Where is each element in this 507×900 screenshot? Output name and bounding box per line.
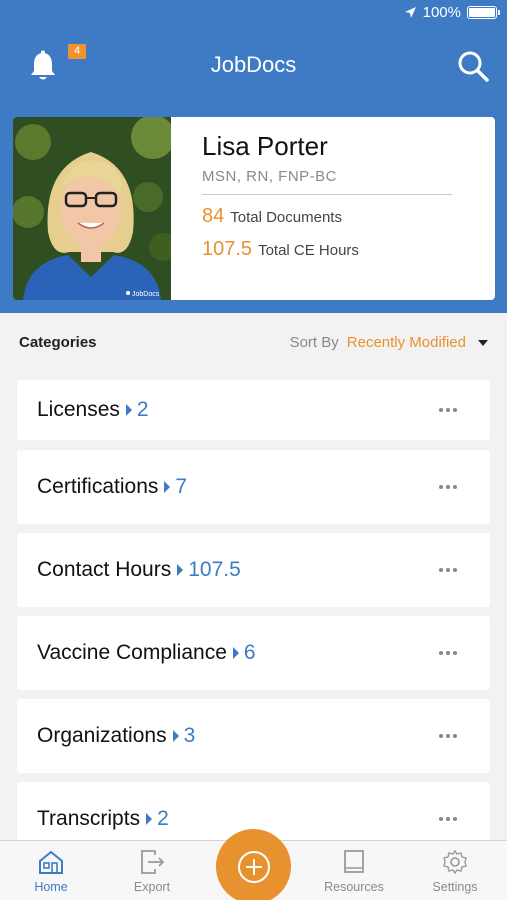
category-name: Certifications (37, 475, 159, 498)
category-vaccine-compliance[interactable]: Vaccine Compliance 6 (17, 616, 490, 690)
caret-down-icon[interactable] (478, 339, 488, 346)
total-ce-label: Total CE Hours (258, 242, 359, 259)
add-document-button[interactable] (216, 829, 291, 900)
home-icon (39, 850, 63, 874)
category-contact-hours[interactable]: Contact Hours 107.5 (17, 533, 490, 607)
battery-icon (467, 6, 500, 19)
export-icon (141, 850, 165, 874)
sort-by-label: Sort By (289, 334, 339, 351)
total-ce-stat: 107.5 Total CE Hours (202, 238, 452, 261)
tab-settings[interactable]: Settings (415, 849, 495, 894)
total-documents-stat: 84 Total Documents (202, 205, 452, 228)
category-name: Licenses (37, 398, 120, 421)
chevron-right-icon (177, 564, 184, 576)
total-documents-value: 84 (202, 205, 225, 227)
category-name: Contact Hours (37, 558, 172, 581)
sort-value[interactable]: Recently Modified (347, 334, 466, 351)
battery-percent: 100% (422, 4, 461, 21)
app-header: 100% 4 JobDocs JobDocs Lisa Porter MSN, … (0, 0, 507, 313)
tab-home[interactable]: Home (11, 849, 91, 894)
category-count: 2 (157, 807, 169, 830)
total-ce-value: 107.5 (202, 238, 253, 260)
tab-settings-label: Settings (432, 880, 478, 894)
profile-info: Lisa Porter MSN, RN, FNP-BC 84 Total Doc… (171, 117, 452, 300)
profile-credentials: MSN, RN, FNP-BC (202, 168, 337, 185)
category-organizations[interactable]: Organizations 3 (17, 699, 490, 773)
svg-text:JobDocs: JobDocs (132, 291, 160, 298)
more-icon[interactable] (439, 568, 457, 572)
tab-export[interactable]: Export (112, 849, 192, 894)
category-certifications[interactable]: Certifications 7 (17, 450, 490, 524)
more-icon[interactable] (439, 817, 457, 821)
categories-header: Categories Sort By Recently Modified (19, 334, 488, 351)
categories-title: Categories (19, 334, 97, 351)
sort-dropdown[interactable]: Sort By Recently Modified (290, 334, 488, 351)
gear-icon (443, 849, 467, 875)
chevron-right-icon (172, 730, 179, 742)
location-arrow-icon (404, 7, 416, 18)
tab-export-label: Export (133, 880, 171, 894)
category-count: 2 (136, 398, 149, 421)
tab-resources[interactable]: Resources (314, 849, 394, 894)
profile-divider (202, 194, 452, 195)
tab-resources-label: Resources (324, 880, 384, 894)
category-count: 107.5 (188, 558, 241, 581)
more-icon[interactable] (439, 485, 457, 489)
tab-bar: Home Export Resources Settings (0, 829, 507, 900)
chevron-right-icon (232, 647, 239, 659)
profile-name: Lisa Porter (202, 131, 328, 161)
more-icon[interactable] (439, 408, 457, 412)
tab-home-label: Home (34, 880, 68, 894)
chevron-right-icon (164, 481, 171, 493)
profile-photo[interactable]: JobDocs (13, 117, 171, 300)
chevron-right-icon (125, 404, 132, 416)
category-name: Organizations (37, 724, 167, 747)
total-documents-label: Total Documents (230, 209, 342, 226)
more-icon[interactable] (439, 651, 457, 655)
category-count: 3 (183, 724, 196, 747)
book-icon (344, 850, 364, 873)
more-icon[interactable] (439, 734, 457, 738)
category-count: 7 (175, 475, 188, 498)
add-icon (237, 850, 270, 883)
category-licenses[interactable]: Licenses 2 (17, 380, 490, 440)
profile-card[interactable]: JobDocs Lisa Porter MSN, RN, FNP-BC 84 T… (13, 117, 495, 300)
search-icon[interactable] (457, 50, 489, 82)
category-name: Vaccine Compliance (37, 641, 227, 664)
status-bar: 100% (404, 4, 500, 21)
category-count: 6 (243, 641, 256, 664)
category-name: Transcripts (37, 807, 141, 830)
chevron-right-icon (146, 813, 153, 825)
app-title: JobDocs (210, 52, 297, 77)
